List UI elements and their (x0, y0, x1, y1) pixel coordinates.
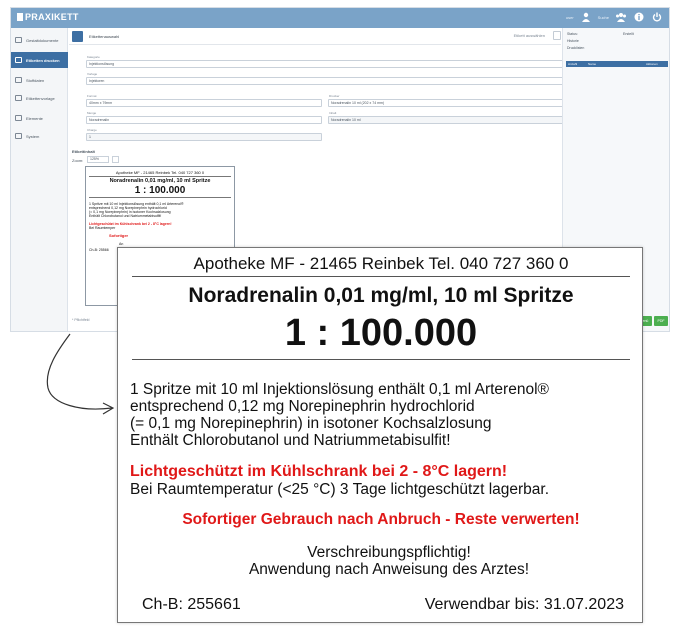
select-label-button[interactable] (553, 31, 561, 40)
top-bar-actions: user Suche (566, 11, 663, 23)
description-line-3: (= 0,1 mg Norepinephrin) in isotoner Koc… (130, 415, 492, 432)
storage-note: Bei Raumtemperatur (<25 °C) 3 Tage licht… (130, 481, 550, 498)
main-header: Etikettenauswahl Etikett auswählen (69, 28, 561, 45)
info-icon[interactable] (633, 11, 645, 23)
zoom-label: Zoom: (72, 158, 84, 163)
power-icon[interactable] (651, 11, 663, 23)
vorlage-label: Vorlage (87, 72, 98, 76)
elements-icon (15, 115, 22, 121)
column-header-aktionen: Aktionen (646, 62, 658, 66)
description-line-2: entsprechend 0,12 mg Norepinephrin hydro… (130, 398, 475, 415)
curved-arrow-icon (46, 333, 115, 415)
dilution-ratio: 1 : 100.000 (284, 312, 478, 354)
column-header-name: Name (588, 62, 597, 66)
user-icon[interactable] (580, 11, 592, 23)
description-line-4: Enthält Chlorobutanol und Natriummetabis… (130, 432, 451, 449)
sidebar-item-system[interactable]: System (11, 128, 68, 144)
preview-heading: Etikettinhalt (72, 149, 95, 154)
storage-warning: Lichtgeschützt im Kühlschrank bei 2 - 8°… (130, 463, 508, 480)
brand-name: PRAXIKETT (25, 12, 79, 22)
description-line-1: 1 Spritze mit 10 ml Injektionslösung ent… (130, 381, 549, 398)
system-icon (15, 133, 22, 139)
top-bar: PRAXIKETT user Suche (11, 8, 669, 28)
menge-select[interactable]: Noradrenalin (86, 116, 322, 124)
label-icon (72, 31, 83, 42)
sidebar-item-stoffdaten[interactable]: Stoffdaten (11, 72, 68, 88)
sidebar-item-label: System (26, 133, 40, 139)
status-value: Erstellt (623, 32, 634, 36)
sidebar-item-label: Etiketten drucken (26, 57, 60, 63)
drucker-label: Drucker (329, 94, 340, 98)
brand-logo[interactable]: PRAXIKETT (17, 12, 79, 22)
user-name: user (565, 14, 574, 20)
mini-divider (89, 176, 231, 177)
inhalt-label: Inhalt (329, 111, 337, 115)
column-header-anzahl: Anzahl (568, 62, 578, 66)
search-link[interactable]: Suche (598, 15, 609, 20)
mini-storage-note: Bei Raumtemper (89, 226, 116, 230)
label-preview-enlarged: Apotheke MF - 21465 Reinbek Tel. 040 727… (117, 247, 643, 623)
pharmacy-header: Apotheke MF - 21465 Reinbek Tel. 040 727… (193, 254, 569, 273)
mini-divider (89, 197, 231, 198)
sidebar-item-etiketten-drucken[interactable]: Etiketten drucken (11, 52, 68, 68)
pdf-button-label: PDF (657, 319, 665, 323)
refresh-button[interactable] (112, 156, 119, 163)
mini-dilution: 1 : 100.000 (134, 185, 186, 196)
history-link[interactable]: Historie (567, 39, 579, 43)
sidebar-item-label: Stoffdaten (26, 77, 45, 83)
mini-desc-4: Enthält Chlorobutanol und Natriummetabis… (89, 214, 162, 218)
mini-product: Noradrenalin 0,01 mg/ml, 10 ml Spritze (109, 178, 211, 184)
mini-rx: An (119, 242, 124, 246)
kategorie-label: Kategorie (87, 55, 100, 59)
status-label: Status: (567, 32, 578, 36)
group-icon[interactable] (615, 11, 627, 23)
batch-number: Ch-B: 255661 (142, 596, 241, 613)
prescription-note: Verschreibungspflichtig! (307, 544, 471, 561)
vorlage-select[interactable]: Injektoren (86, 77, 566, 85)
kategorie-select[interactable]: Injektionslösung (86, 60, 566, 68)
sidebar-item-label: Elemente (26, 115, 43, 121)
format-label: Format (87, 94, 97, 98)
pdf-button[interactable]: PDF (654, 316, 668, 326)
print-lists-link[interactable]: Drucklisten (567, 46, 584, 50)
sidebar-item-elemente[interactable]: Elemente (11, 110, 68, 126)
print-list-table-header: Anzahl Name Aktionen (566, 61, 668, 67)
sidebar-item-gestaltdokumente[interactable]: Gestaltdokumente (11, 32, 68, 48)
print-icon (15, 57, 22, 63)
inhalt-field[interactable]: Noradrenalin 10 ml (328, 116, 566, 124)
expiry-date: Verwendbar bis: 31.07.2023 (424, 596, 624, 613)
mini-pharmacy: Apotheke MF - 21465 Reinbek Tel. 040 727… (115, 170, 205, 175)
sidebar: Gestaltdokumente Etiketten drucken Stoff… (11, 28, 68, 331)
page-title: Etikettenauswahl (89, 34, 120, 39)
use-warning: Sofortiger Gebrauch nach Anbruch - Reste… (182, 511, 580, 528)
required-footnote: * Pflichtfeld (72, 318, 90, 322)
sidebar-item-etikettenvorlage[interactable]: Etikettenvorlage (11, 90, 68, 106)
charge-label: Charge (87, 128, 97, 132)
usage-note: Anwendung nach Anweisung des Arztes! (248, 561, 530, 578)
template-icon (15, 95, 22, 101)
select-label-link[interactable]: Etikett auswählen (514, 33, 545, 38)
mini-use-warning: Sofortiger (109, 233, 129, 238)
sidebar-item-label: Etikettenvorlage (26, 95, 55, 101)
title-divider (132, 359, 630, 360)
database-icon (15, 77, 22, 83)
menge-label: Menge (87, 111, 97, 115)
header-divider (132, 276, 630, 277)
charge-field[interactable]: 1 (86, 133, 322, 141)
format-select[interactable]: 40mm x 79mm (86, 99, 322, 107)
drucker-select[interactable]: Noradrenalin 10 ml (202 x 74 mm) (328, 99, 566, 107)
document-icon (15, 37, 22, 43)
screenshot-stage: PRAXIKETT user Suche Gestaltdokumente Et… (0, 0, 680, 626)
sidebar-item-label: Gestaltdokumente (26, 37, 59, 43)
zoom-select[interactable]: 125% (87, 156, 109, 163)
product-name: Noradrenalin 0,01 mg/ml, 10 ml Spritze (188, 284, 574, 307)
